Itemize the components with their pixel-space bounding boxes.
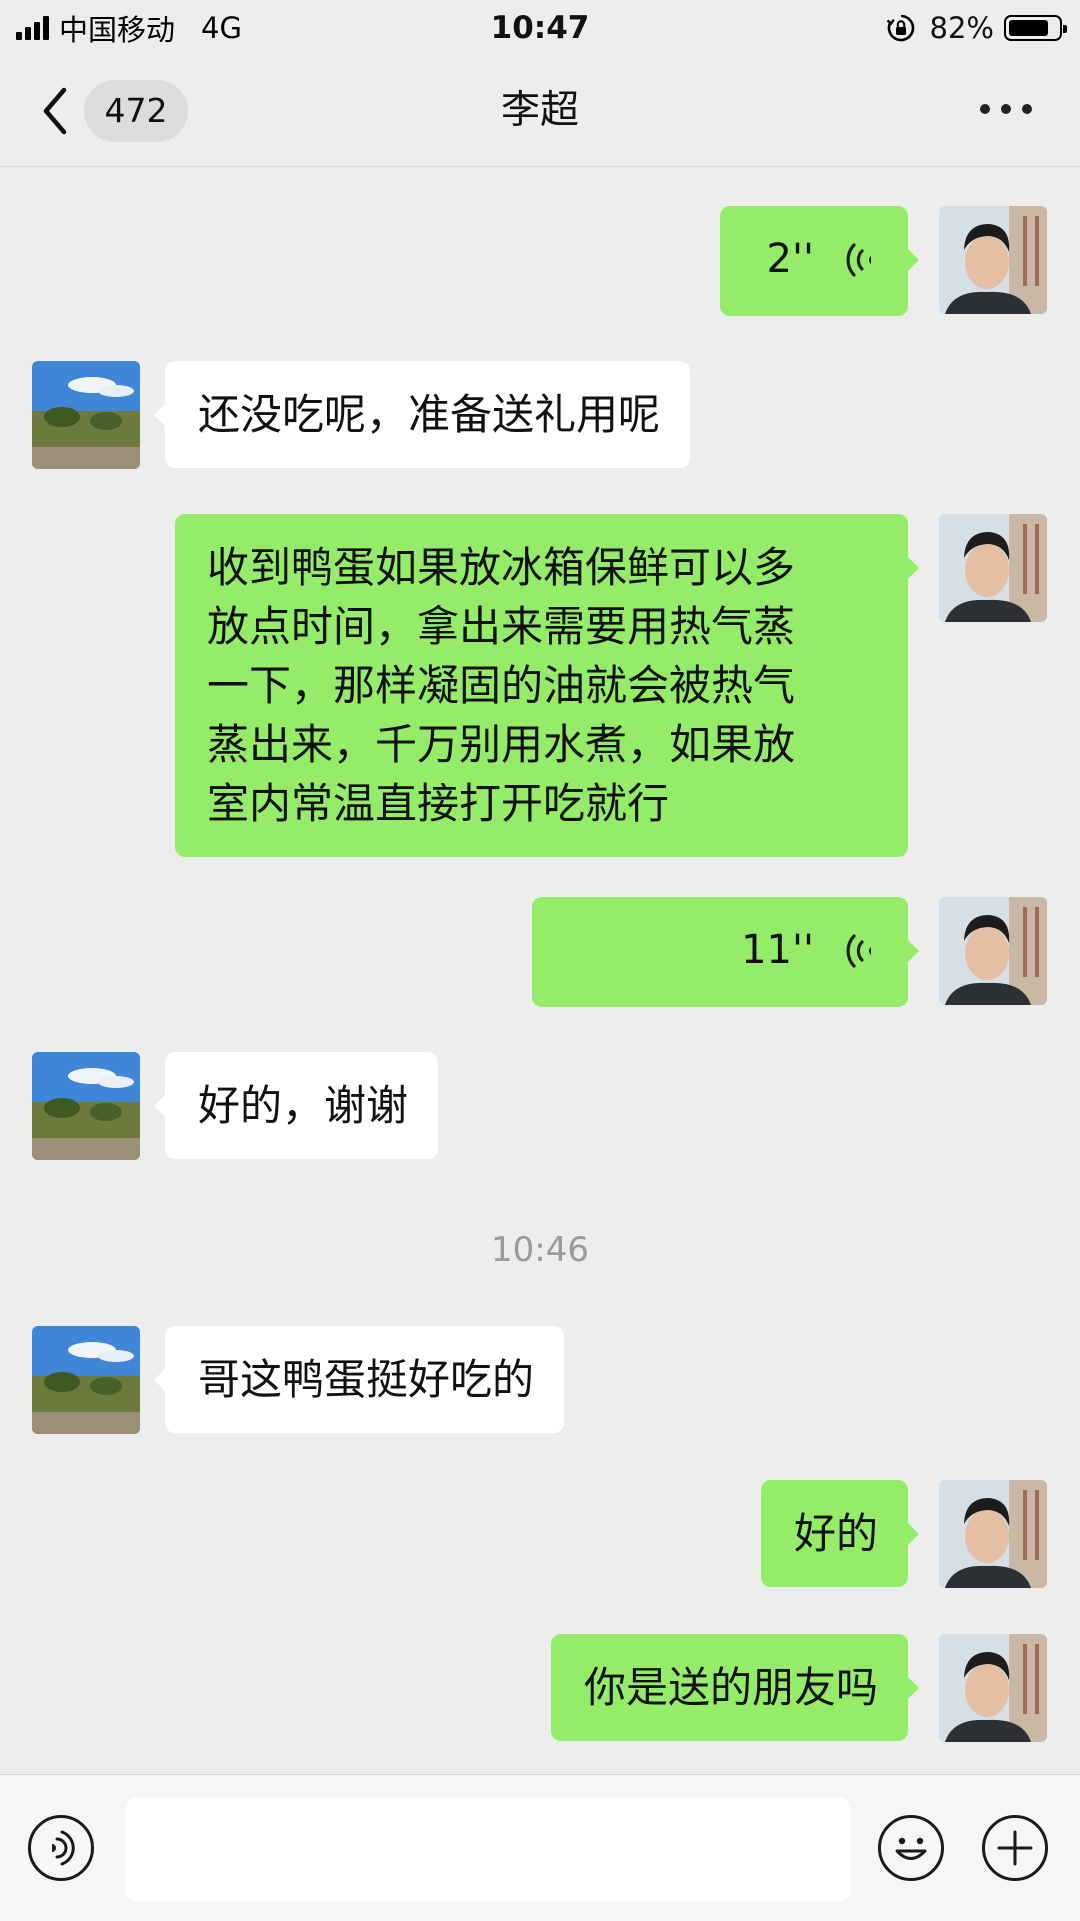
text-message-bubble[interactable]: 哥这鸭蛋挺好吃的: [153, 1326, 565, 1433]
chat-title: 李超: [500, 88, 579, 133]
voice-playback-icon: [846, 242, 871, 277]
voice-playback-icon: [846, 933, 871, 968]
text-message-bubble[interactable]: 你是送的朋友吗: [550, 1634, 920, 1741]
my-avatar[interactable]: [939, 1480, 1047, 1588]
message-line: 室内常温直接打开吃就行: [207, 779, 670, 828]
battery-percent: 82%: [929, 11, 994, 45]
more-dots-icon[interactable]: [980, 104, 1032, 118]
time-separator: 10:46: [491, 1230, 589, 1270]
voice-message-bubble[interactable]: 11'': [532, 897, 919, 1007]
voice-input-icon[interactable]: [28, 1815, 94, 1881]
contact-avatar[interactable]: [32, 1326, 140, 1434]
message-line: 一下，那样凝固的油就会被热气: [207, 661, 796, 710]
input-bar: [0, 1774, 1080, 1921]
text-message-bubble[interactable]: 收到鸭蛋如果放冰箱保鲜可以多 放点时间，拿出来需要用热气蒸 一下，那样凝固的油就…: [175, 514, 919, 857]
message-input[interactable]: [126, 1797, 850, 1901]
emoji-icon[interactable]: [878, 1815, 944, 1881]
message-text: 哥这鸭蛋挺好吃的: [198, 1355, 535, 1404]
contact-avatar[interactable]: [32, 361, 140, 469]
my-avatar[interactable]: [939, 514, 1047, 622]
message-text: 好的: [793, 1509, 878, 1558]
my-avatar[interactable]: [939, 897, 1047, 1005]
message-text: 好的，谢谢: [198, 1081, 409, 1130]
voice-message-bubble[interactable]: 2'': [720, 206, 919, 316]
nav-bar: 472 李超: [0, 56, 1080, 167]
message-line: 蒸出来，千万别用水煮，如果放: [207, 720, 796, 769]
status-bar: 中国移动 4G 10:47 82%: [0, 0, 1080, 56]
voice-duration: 2'': [766, 236, 814, 282]
plus-icon[interactable]: [982, 1815, 1048, 1881]
rotation-lock-icon: [886, 14, 914, 42]
message-text: 还没吃呢，准备送礼用呢: [198, 390, 661, 439]
my-avatar[interactable]: [939, 1634, 1047, 1742]
message-line: 放点时间，拿出来需要用热气蒸: [207, 602, 796, 651]
text-message-bubble[interactable]: 好的，谢谢: [153, 1052, 439, 1159]
voice-duration: 11'': [741, 927, 814, 973]
contact-avatar[interactable]: [32, 1052, 140, 1160]
my-avatar[interactable]: [939, 206, 1047, 314]
message-text: 你是送的朋友吗: [583, 1663, 878, 1712]
text-message-bubble[interactable]: 还没吃呢，准备送礼用呢: [153, 361, 691, 468]
message-line: 收到鸭蛋如果放冰箱保鲜可以多: [207, 543, 796, 592]
battery-icon: [1004, 15, 1067, 41]
text-message-bubble[interactable]: 好的: [760, 1480, 920, 1587]
status-right: 82%: [886, 8, 1067, 48]
